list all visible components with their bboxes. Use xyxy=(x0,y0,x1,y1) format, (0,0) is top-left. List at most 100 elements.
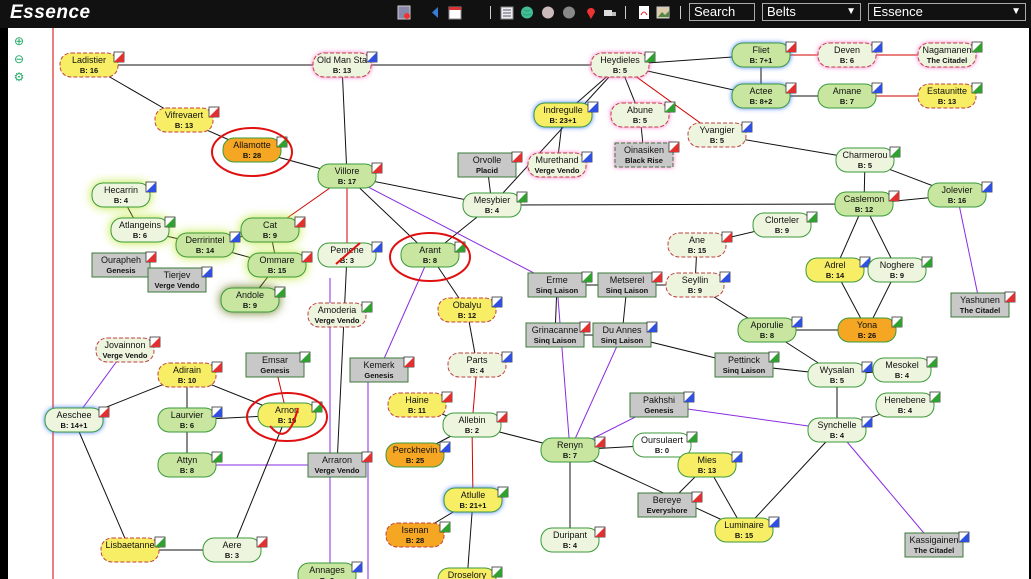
system-node-clorteler[interactable]: ClortelerB: 9 xyxy=(752,211,818,238)
faction-flag-icon[interactable] xyxy=(871,82,883,94)
system-node-perckhevin[interactable]: PerckhevinB: 25 xyxy=(385,441,451,468)
calendar-icon[interactable] xyxy=(448,5,462,20)
system-node-synchelle[interactable]: SynchelleB: 4 xyxy=(807,416,873,443)
system-node-caslemon[interactable]: CaslemonB: 12 xyxy=(834,190,900,217)
faction-flag-icon[interactable] xyxy=(299,351,311,363)
faction-flag-icon[interactable] xyxy=(587,101,599,113)
system-node-villore[interactable]: VilloreB: 17 xyxy=(317,162,383,189)
system-node-wysalan[interactable]: WysalanB: 5 xyxy=(807,361,873,388)
faction-flag-icon[interactable] xyxy=(581,271,593,283)
system-node-estaunitte[interactable]: EstaunitteB: 13 xyxy=(917,82,983,109)
system-node-isenan[interactable]: IsenanB: 28 xyxy=(385,521,451,548)
faction-flag-icon[interactable] xyxy=(651,271,663,283)
faction-flag-icon[interactable] xyxy=(211,361,223,373)
faction-flag-icon[interactable] xyxy=(164,216,176,228)
system-node-bereye[interactable]: BereyeEveryshore xyxy=(637,491,703,518)
faction-flag-icon[interactable] xyxy=(741,121,753,133)
faction-flag-icon[interactable] xyxy=(861,416,873,428)
system-node-indregulle[interactable]: IndregulleB: 23+1 xyxy=(533,101,599,128)
faction-flag-icon[interactable] xyxy=(256,536,268,548)
faction-flag-icon[interactable] xyxy=(371,162,383,174)
faction-flag-icon[interactable] xyxy=(891,316,903,328)
faction-flag-icon[interactable] xyxy=(371,241,383,253)
system-node-obalyu[interactable]: ObalyuB: 12 xyxy=(437,296,503,323)
faction-flag-icon[interactable] xyxy=(366,51,378,63)
system-node-metserel[interactable]: MetserelSinq Laison xyxy=(597,271,663,298)
system-node-grinacanne[interactable]: GrinacanneSinq Laison xyxy=(525,321,591,348)
system-node-heydieles[interactable]: HeydielesB: 5 xyxy=(590,51,656,78)
faction-flag-icon[interactable] xyxy=(921,256,933,268)
system-node-annages[interactable]: AnnagesB: 8 xyxy=(297,561,363,579)
system-node-kemerk[interactable]: KemerkGenesis xyxy=(349,356,415,383)
system-node-derririntel[interactable]: DerririntelB: 14 xyxy=(175,231,241,258)
system-node-noghere[interactable]: NoghereB: 9 xyxy=(867,256,933,283)
system-node-oinasiken[interactable]: OinasikenBlack Rise xyxy=(614,141,680,168)
faction-flag-icon[interactable] xyxy=(439,521,451,533)
system-node-deven[interactable]: DevenB: 6 xyxy=(817,41,883,68)
system-node-kassigainen[interactable]: KassigainenThe Citadel xyxy=(904,531,970,558)
faction-flag-icon[interactable] xyxy=(683,391,695,403)
system-node-amoderia[interactable]: AmoderiaVerge Vendo xyxy=(307,301,373,328)
faction-flag-icon[interactable] xyxy=(579,321,591,333)
faction-flag-icon[interactable] xyxy=(439,441,451,453)
faction-flag-icon[interactable] xyxy=(785,41,797,53)
faction-flag-icon[interactable] xyxy=(149,336,161,348)
faction-flag-icon[interactable] xyxy=(926,356,938,368)
faction-flag-icon[interactable] xyxy=(791,316,803,328)
system-node-ourapheh[interactable]: OuraphehGenesis xyxy=(91,251,157,278)
faction-flag-icon[interactable] xyxy=(491,566,503,578)
faction-flag-icon[interactable] xyxy=(664,101,676,113)
faction-flag-icon[interactable] xyxy=(981,181,993,193)
system-node-ladistier[interactable]: LadistierB: 16 xyxy=(59,51,125,78)
system-node-droselory[interactable]: DroseloryB: 24 xyxy=(437,566,503,579)
faction-flag-icon[interactable] xyxy=(888,190,900,202)
system-node-henebene[interactable]: HenebeneB: 4 xyxy=(875,391,941,418)
system-node-lisbaetanne[interactable]: Lisbaetanne xyxy=(100,536,166,563)
system-node-arant[interactable]: ArantB: 8 xyxy=(400,241,466,268)
faction-flag-icon[interactable] xyxy=(721,231,733,243)
faction-flag-icon[interactable] xyxy=(861,361,873,373)
faction-flag-icon[interactable] xyxy=(971,41,983,53)
faction-flag-icon[interactable] xyxy=(806,211,818,223)
faction-flag-icon[interactable] xyxy=(516,191,528,203)
faction-flag-icon[interactable] xyxy=(511,151,523,163)
settings-zoom-icon[interactable]: ⚙ xyxy=(12,70,26,84)
faction-flag-icon[interactable] xyxy=(691,491,703,503)
faction-flag-icon[interactable] xyxy=(274,286,286,298)
faction-flag-icon[interactable] xyxy=(229,231,241,243)
faction-flag-icon[interactable] xyxy=(208,106,220,118)
sphere-dark-icon[interactable] xyxy=(562,5,576,20)
faction-flag-icon[interactable] xyxy=(301,251,313,263)
zoom-out-icon[interactable]: ⊖ xyxy=(12,52,26,66)
system-node-abune[interactable]: AbuneB: 5 xyxy=(610,101,676,128)
faction-flag-icon[interactable] xyxy=(594,526,606,538)
system-node-duripant[interactable]: DuripantB: 4 xyxy=(540,526,606,553)
system-node-oldmanstar[interactable]: Old Man StaB: 13 xyxy=(312,51,378,78)
system-node-luminaire[interactable]: LuminaireB: 15 xyxy=(714,516,780,543)
faction-flag-icon[interactable] xyxy=(731,451,743,463)
faction-flag-icon[interactable] xyxy=(201,266,213,278)
system-node-charmerou[interactable]: CharmerouB: 5 xyxy=(835,146,901,173)
faction-flag-icon[interactable] xyxy=(441,391,453,403)
system-node-aere[interactable]: AereB: 3 xyxy=(202,536,268,563)
zoom-in-icon[interactable]: ⊕ xyxy=(12,34,26,48)
faction-flag-icon[interactable] xyxy=(581,151,593,163)
faction-flag-icon[interactable] xyxy=(361,301,373,313)
system-node-nagamanen[interactable]: NagamanenThe Citadel xyxy=(917,41,983,68)
system-node-jolevier[interactable]: JolevierB: 16 xyxy=(927,181,993,208)
system-node-arraron[interactable]: ArraronVerge Vendo xyxy=(307,451,373,478)
faction-flag-icon[interactable] xyxy=(145,181,157,193)
system-node-aporulie[interactable]: AporulieB: 8 xyxy=(737,316,803,343)
faction-flag-icon[interactable] xyxy=(496,411,508,423)
system-node-parts[interactable]: PartsB: 4 xyxy=(447,351,513,378)
faction-flag-icon[interactable] xyxy=(594,436,606,448)
system-node-adrel[interactable]: AdrelB: 14 xyxy=(805,256,871,283)
faction-flag-icon[interactable] xyxy=(785,82,797,94)
system-node-mesybier[interactable]: MesybierB: 4 xyxy=(462,191,528,218)
faction-flag-icon[interactable] xyxy=(889,146,901,158)
faction-flag-icon[interactable] xyxy=(686,431,698,443)
back-arrow-icon[interactable] xyxy=(428,5,442,20)
system-node-amane[interactable]: AmaneB: 7 xyxy=(817,82,883,109)
faction-flag-icon[interactable] xyxy=(361,451,373,463)
system-node-hecarrin[interactable]: HecarrinB: 4 xyxy=(91,181,157,208)
